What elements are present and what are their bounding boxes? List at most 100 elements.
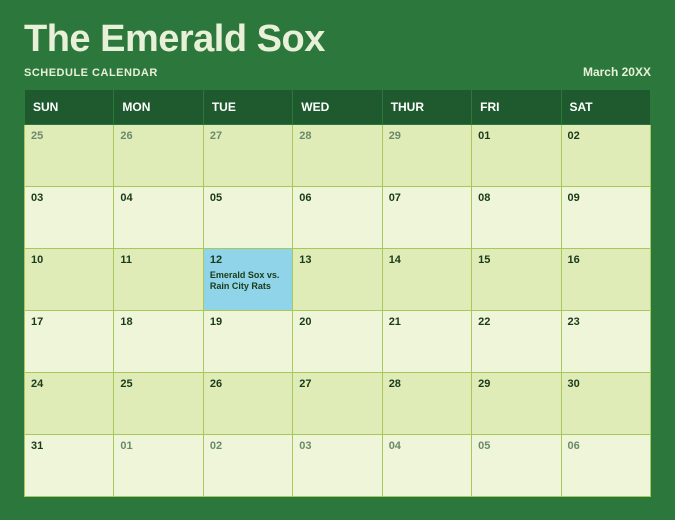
day-number: 13 <box>299 254 375 266</box>
calendar-day: 27 <box>203 125 292 187</box>
calendar-day: 09 <box>561 187 650 249</box>
day-number: 26 <box>210 378 286 390</box>
calendar-day: 29 <box>472 373 561 435</box>
day-header: SUN <box>25 90 114 125</box>
calendar-event: Emerald Sox vs. Rain City Rats <box>210 270 286 292</box>
calendar-day: 07 <box>382 187 471 249</box>
day-number: 21 <box>389 316 465 328</box>
calendar-day: 05 <box>203 187 292 249</box>
day-number: 10 <box>31 254 107 266</box>
calendar-day: 14 <box>382 249 471 311</box>
calendar-day: 30 <box>561 373 650 435</box>
day-number: 06 <box>299 192 375 204</box>
day-number: 28 <box>389 378 465 390</box>
day-number: 03 <box>31 192 107 204</box>
calendar-day: 25 <box>25 125 114 187</box>
day-number: 18 <box>120 316 196 328</box>
day-header: THUR <box>382 90 471 125</box>
day-number: 02 <box>210 440 286 452</box>
calendar-day: 05 <box>472 435 561 497</box>
calendar-week: 03 04 05 06 07 08 09 <box>25 187 651 249</box>
calendar-day: 01 <box>472 125 561 187</box>
calendar-day: 29 <box>382 125 471 187</box>
day-header: MON <box>114 90 203 125</box>
calendar-day: 31 <box>25 435 114 497</box>
schedule-label: SCHEDULE CALENDAR <box>24 67 158 79</box>
day-number: 29 <box>478 378 554 390</box>
day-number: 14 <box>389 254 465 266</box>
day-number: 23 <box>568 316 644 328</box>
calendar-day: 11 <box>114 249 203 311</box>
day-number: 16 <box>568 254 644 266</box>
calendar-day: 12 Emerald Sox vs. Rain City Rats <box>203 249 292 311</box>
calendar-day: 26 <box>203 373 292 435</box>
day-number: 05 <box>210 192 286 204</box>
calendar-day: 16 <box>561 249 650 311</box>
day-number: 17 <box>31 316 107 328</box>
day-number: 22 <box>478 316 554 328</box>
calendar-day: 27 <box>293 373 382 435</box>
day-number: 01 <box>478 130 554 142</box>
calendar-week: 25 26 27 28 29 01 02 <box>25 125 651 187</box>
calendar-day: 06 <box>293 187 382 249</box>
day-number: 31 <box>31 440 107 452</box>
day-number: 11 <box>120 254 196 266</box>
day-number: 03 <box>299 440 375 452</box>
day-number: 25 <box>31 130 107 142</box>
day-number: 02 <box>568 130 644 142</box>
calendar-day: 10 <box>25 249 114 311</box>
day-number: 01 <box>120 440 196 452</box>
day-number: 20 <box>299 316 375 328</box>
calendar-day: 22 <box>472 311 561 373</box>
day-number: 27 <box>210 130 286 142</box>
calendar-day: 04 <box>382 435 471 497</box>
calendar-day: 17 <box>25 311 114 373</box>
calendar-day: 23 <box>561 311 650 373</box>
day-number: 04 <box>120 192 196 204</box>
page-title: The Emerald Sox <box>24 18 651 61</box>
day-number: 15 <box>478 254 554 266</box>
calendar-day: 24 <box>25 373 114 435</box>
calendar-day: 01 <box>114 435 203 497</box>
calendar-day: 20 <box>293 311 382 373</box>
calendar-day: 28 <box>382 373 471 435</box>
calendar-day: 02 <box>561 125 650 187</box>
calendar-day: 21 <box>382 311 471 373</box>
subhead-row: SCHEDULE CALENDAR March 20XX <box>24 65 651 79</box>
calendar-day: 13 <box>293 249 382 311</box>
day-number: 09 <box>568 192 644 204</box>
calendar-header-row: SUNMONTUEWEDTHURFRISAT <box>25 90 651 125</box>
month-label: March 20XX <box>583 65 651 79</box>
calendar-table: SUNMONTUEWEDTHURFRISAT 25262728290102030… <box>24 89 651 497</box>
day-number: 05 <box>478 440 554 452</box>
calendar-day: 06 <box>561 435 650 497</box>
calendar-week: 17 18 19 20 21 22 23 <box>25 311 651 373</box>
day-number: 24 <box>31 378 107 390</box>
calendar-day: 04 <box>114 187 203 249</box>
calendar-day: 02 <box>203 435 292 497</box>
day-header: FRI <box>472 90 561 125</box>
day-number: 12 <box>210 254 286 266</box>
day-header: WED <box>293 90 382 125</box>
calendar-week: 24 25 26 27 28 29 30 <box>25 373 651 435</box>
day-number: 29 <box>389 130 465 142</box>
calendar-day: 26 <box>114 125 203 187</box>
calendar-day: 25 <box>114 373 203 435</box>
day-header: TUE <box>203 90 292 125</box>
day-number: 07 <box>389 192 465 204</box>
calendar-day: 15 <box>472 249 561 311</box>
calendar-body: 25 26 27 28 29 01 02 03 04 05 06 07 08 09 10 11 12 Emeral… <box>25 125 651 497</box>
calendar-day: 18 <box>114 311 203 373</box>
calendar-day: 28 <box>293 125 382 187</box>
calendar-day: 03 <box>293 435 382 497</box>
day-header: SAT <box>561 90 650 125</box>
day-number: 27 <box>299 378 375 390</box>
day-number: 28 <box>299 130 375 142</box>
day-number: 04 <box>389 440 465 452</box>
calendar-day: 19 <box>203 311 292 373</box>
calendar-day: 03 <box>25 187 114 249</box>
day-number: 06 <box>568 440 644 452</box>
day-number: 08 <box>478 192 554 204</box>
calendar-day: 08 <box>472 187 561 249</box>
calendar-week: 31 01 02 03 04 05 06 <box>25 435 651 497</box>
